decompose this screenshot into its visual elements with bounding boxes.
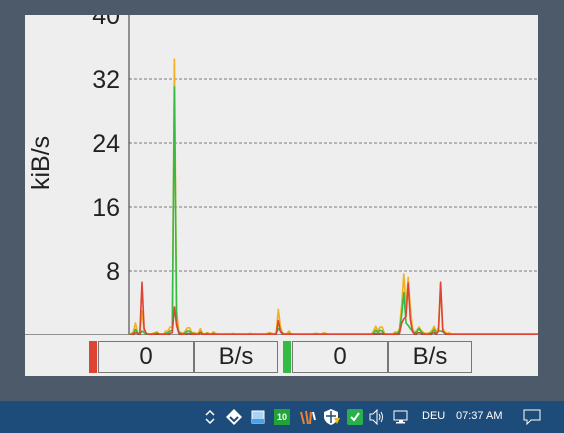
plot-area (129, 15, 538, 335)
upload-color-indicator (283, 341, 291, 373)
app-10-badge: 10 (274, 409, 290, 425)
readout-bar: 0 B/s 0 B/s (25, 335, 538, 376)
app-tray-icon-2[interactable] (299, 408, 317, 426)
y-tick-label: 8 (106, 258, 120, 286)
download-unit: B/s (194, 341, 278, 373)
checked-shield-icon[interactable] (346, 408, 364, 426)
volume-icon[interactable] (368, 408, 386, 426)
network-monitor-panel: 8 16 24 32 40 kiB/s 0 B/s 0 B/s (25, 15, 538, 376)
network-traffic-chart: 8 16 24 32 40 (25, 15, 538, 335)
download-value: 0 (98, 341, 194, 373)
app-10-icon[interactable]: 10 (273, 408, 291, 426)
download-color-indicator (89, 341, 97, 373)
taskbar: 10 DEU 07:37 AM (0, 401, 564, 433)
app-tray-icon[interactable] (225, 408, 243, 426)
upload-unit: B/s (388, 341, 472, 373)
action-center-icon[interactable] (522, 408, 542, 426)
y-tick-label: 24 (92, 130, 120, 158)
y-tick-label: 32 (92, 66, 120, 94)
network-icon[interactable] (393, 408, 411, 426)
clock[interactable]: 07:37 AM (456, 410, 502, 422)
security-warning-icon[interactable] (323, 408, 341, 426)
y-axis-label: kiB/s (27, 135, 55, 190)
show-hidden-icons-icon[interactable] (203, 408, 217, 426)
storage-icon[interactable] (250, 408, 266, 426)
y-tick-label: 16 (92, 194, 120, 222)
input-language[interactable]: DEU (422, 410, 445, 422)
y-tick-label: 40 (92, 15, 120, 30)
upload-value: 0 (292, 341, 388, 373)
